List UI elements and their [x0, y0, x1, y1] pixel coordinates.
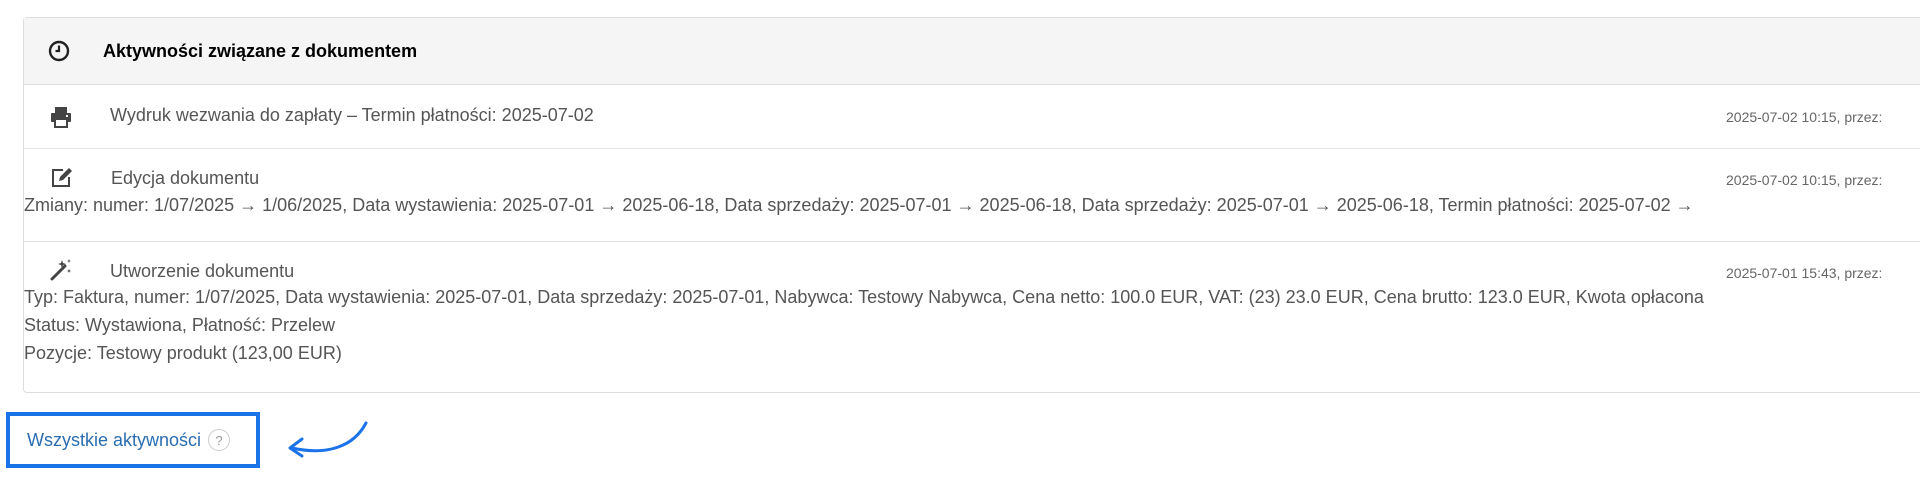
activity-meta: 2025-07-02 10:15, przez: [1726, 172, 1883, 188]
magic-wand-icon [50, 259, 71, 281]
activity-details: Zmiany: numer: 1/07/2025 → 1/06/2025, Da… [24, 195, 1694, 215]
activity-meta: 2025-07-01 15:43, przez: [1726, 265, 1883, 281]
highlight-box: Wszystkie aktywności ? [6, 412, 260, 468]
panel-heading: Aktywności związane z dokumentem [24, 18, 1920, 85]
activity-meta: 2025-07-02 10:15, przez: [1726, 109, 1883, 125]
activity-title: Wydruk wezwania do zapłaty – Termin płat… [110, 105, 594, 125]
activity-item: Edycja dokumentu 2025-07-02 10:15, przez… [24, 149, 1920, 242]
printer-icon [51, 107, 71, 128]
all-activities-link[interactable]: Wszystkie aktywności [27, 430, 201, 451]
activity-details: Pozycje: Testowy produkt (123,00 EUR) [24, 343, 342, 363]
edit-icon [52, 168, 72, 187]
activity-details: Status: Wystawiona, Płatność: Przelew [24, 315, 335, 335]
arrow-icon [288, 421, 368, 458]
activity-title: Edycja dokumentu [111, 168, 260, 188]
activity-panel: Aktywności związane z dokumentem Wydruk … [23, 17, 1920, 393]
activity-item: Utworzenie dokumentu 2025-07-01 15:43, p… [24, 242, 1920, 392]
activity-title: Utworzenie dokumentu [110, 261, 295, 281]
clock-icon [48, 40, 70, 62]
panel-title: Aktywności związane z dokumentem [103, 41, 418, 61]
activity-item: Wydruk wezwania do zapłaty – Termin płat… [24, 85, 1920, 149]
activity-details: Typ: Faktura, numer: 1/07/2025, Data wys… [24, 287, 1704, 307]
help-icon[interactable]: ? [208, 429, 231, 451]
